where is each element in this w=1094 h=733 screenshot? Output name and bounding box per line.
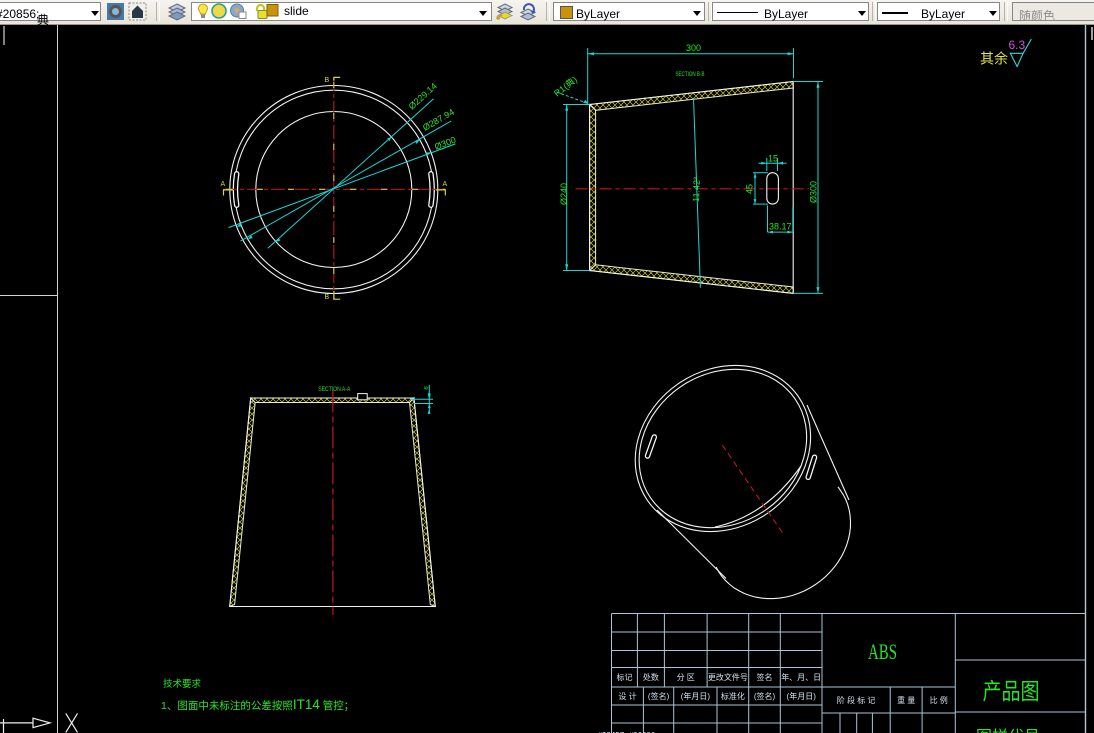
svg-text:技术要求: 技术要求 [163, 678, 202, 690]
svg-text:15: 15 [768, 154, 778, 164]
svg-text:SECTION B-B: SECTION B-B [676, 71, 705, 78]
svg-text:A: A [221, 181, 226, 188]
svg-text:ABS: ABS [868, 639, 897, 664]
svg-text:A: A [443, 181, 448, 188]
svg-text:Ø240: Ø240 [559, 183, 569, 205]
svg-text:标准化: 标准化 [721, 691, 745, 701]
svg-text:R1(典): R1(典) [551, 74, 579, 99]
svg-text:slide: slide [284, 4, 309, 18]
svg-text:设 计: 设 计 [618, 691, 636, 701]
svg-text:处数: 处数 [643, 672, 659, 682]
svg-text:(签名): (签名) [754, 691, 776, 701]
svg-text:产品图: 产品图 [983, 678, 1040, 704]
svg-text:Ø229.14: Ø229.14 [407, 81, 439, 112]
svg-text:6.3: 6.3 [1009, 38, 1026, 52]
svg-text:阶 段 标 记: 阶 段 标 记 [837, 695, 876, 705]
svg-text:SECTION A-A: SECTION A-A [318, 386, 351, 393]
svg-text:(年月日): (年月日) [787, 691, 817, 701]
svg-text:1、图面中未标注的公差按照IT14 管控；: 1、图面中未标注的公差按照IT14 管控； [161, 697, 354, 712]
svg-text:Ø300: Ø300 [809, 181, 819, 203]
svg-text:11.42°: 11.42° [691, 176, 702, 202]
svg-text:300: 300 [686, 43, 701, 53]
svg-text:38.17: 38.17 [769, 222, 792, 232]
svg-text:Ø287.94: Ø287.94 [421, 107, 456, 133]
svg-text:年、月、日: 年、月、日 [781, 672, 821, 682]
svg-text:重 量: 重 量 [897, 695, 915, 705]
svg-text:B: B [325, 294, 330, 301]
svg-text:更改文件号: 更改文件号 [708, 672, 748, 682]
svg-text:签名: 签名 [757, 672, 773, 682]
svg-text:B: B [325, 77, 330, 84]
svg-text:标记: 标记 [617, 672, 633, 682]
svg-text:分 区: 分 区 [677, 673, 695, 682]
svg-text:图样代号: 图样代号 [976, 728, 1040, 733]
svg-text:(年月日): (年月日) [681, 691, 711, 701]
svg-text:Ø300: Ø300 [433, 135, 457, 152]
svg-text:其余: 其余 [980, 51, 1008, 67]
svg-text:比 例: 比 例 [930, 695, 948, 705]
svg-text:(签名): (签名) [648, 691, 670, 701]
svg-text:45: 45 [745, 184, 755, 194]
